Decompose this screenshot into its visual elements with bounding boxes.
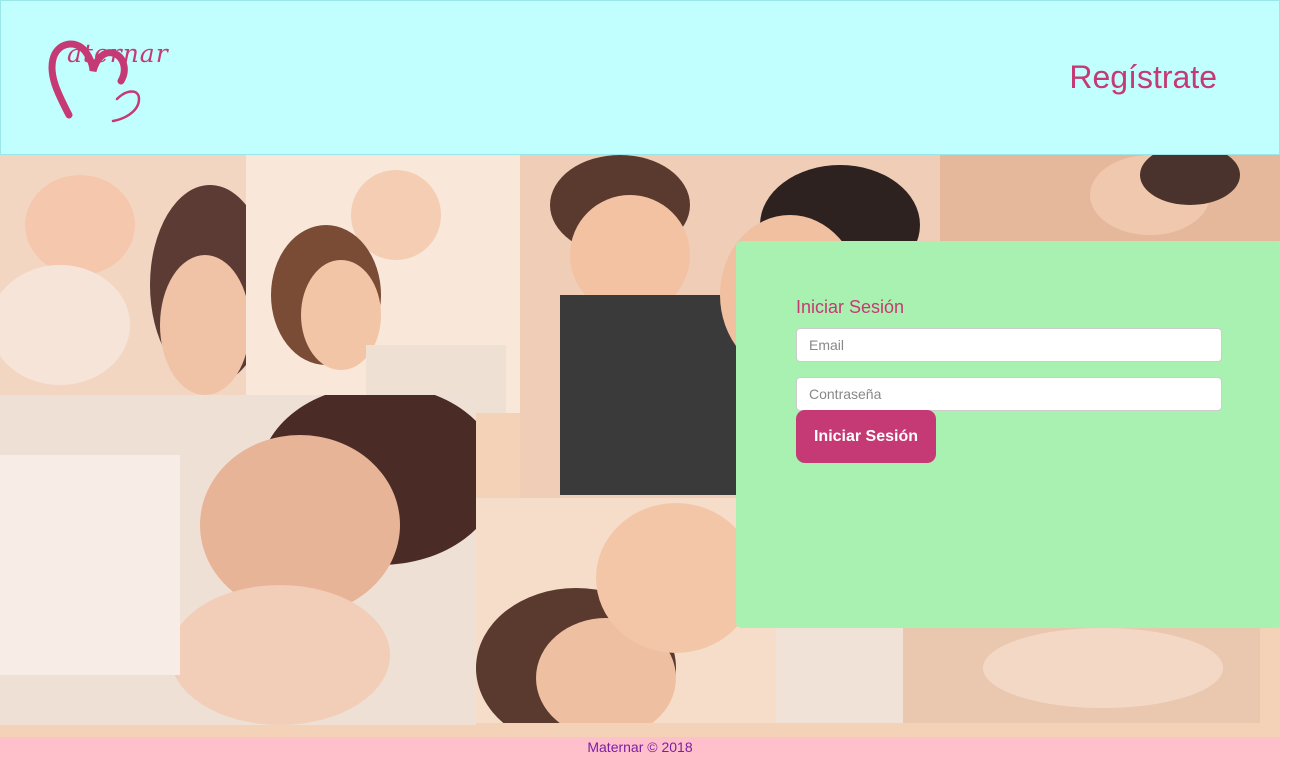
login-button[interactable]: Iniciar Sesión (796, 410, 936, 463)
page: aternar Regístrate Iniciar Sesión Email … (0, 0, 1295, 767)
password-input[interactable] (796, 377, 1222, 411)
login-title: Iniciar Sesión (796, 297, 905, 317)
footer-copyright: Maternar © 2018 (587, 739, 693, 755)
logo-text: aternar (67, 39, 169, 68)
photo-sleeping-baby (0, 155, 246, 395)
login-panel: Iniciar Sesión Iniciar Sesión (736, 241, 1282, 628)
header: aternar Regístrate (0, 0, 1280, 155)
page-margin-strip (1280, 0, 1295, 767)
photo-mother-lifting-baby (246, 155, 520, 413)
photo-mother-top-right (940, 155, 1280, 241)
register-link[interactable]: Regístrate (1069, 59, 1217, 96)
photo-baby-hands (903, 628, 1260, 723)
email-input[interactable] (796, 328, 1222, 362)
photo-mother-sleeping-newborn (0, 395, 476, 725)
